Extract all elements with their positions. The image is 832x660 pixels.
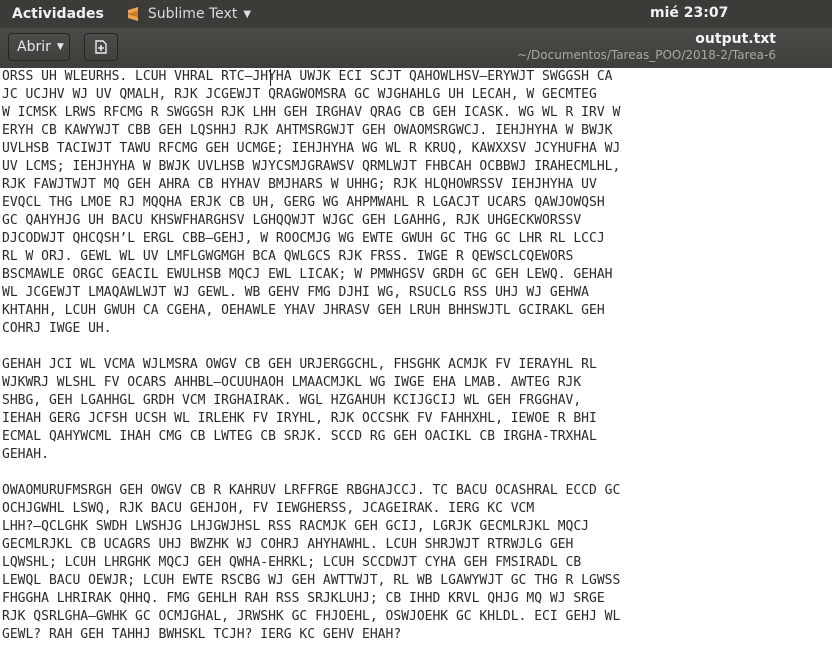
text-line[interactable]: SHBG, GEH LGAHHGL GRDH VCM IRGHAIRAK. WG…	[0, 392, 832, 410]
text-line[interactable]: RL W ORJ. GEWL WL UV LMFLGWGMGH BCA QWLG…	[0, 248, 832, 266]
chevron-down-icon: ▼	[243, 8, 252, 20]
text-line[interactable]: BSCMAWLE ORGC GEACIL EWULHSB MQCJ EWL LI…	[0, 266, 832, 284]
file-path: ~/Documentos/Tareas_POO/2018-2/Tarea-6	[516, 48, 776, 62]
text-line[interactable]: ERYH CB KAWYWJT CBB GEH LQSHHJ RJK AHTMS…	[0, 122, 832, 140]
new-document-icon	[95, 40, 107, 54]
app-menu[interactable]: Sublime Text ▼	[126, 6, 251, 22]
text-line[interactable]: COHRJ IWGE UH.	[0, 320, 832, 338]
text-line[interactable]: UV LCMS; IEHJHYHA W BWJK UVLHSB WJYCSMJG…	[0, 158, 832, 176]
text-line[interactable]: GEHAH.	[0, 446, 832, 464]
clock[interactable]: mié 23:07	[650, 5, 728, 21]
chevron-down-icon: ▼	[56, 42, 64, 52]
file-name: output.txt	[695, 31, 776, 47]
app-name: Sublime Text	[147, 6, 238, 22]
text-line[interactable]: DJCODWJT QHCQSH’L ERGL CBB—GEHJ, W ROOCM…	[0, 230, 832, 248]
text-line[interactable]: RJK QSRLGHA—GWHK GC OCMJGHAL, JRWSHK GC …	[0, 608, 832, 626]
text-line[interactable]	[0, 338, 832, 356]
text-line[interactable]: FHGGHA LHRIRAK QHHQ. FMG GEHLH RAH RSS S…	[0, 590, 832, 608]
text-editor-area[interactable]: ORSS UH WLEURHS. LCUH VHRAL RTC—JHYHA UW…	[0, 68, 832, 660]
text-line[interactable]: ORSS UH WLEURHS. LCUH VHRAL RTC—JHYHA UW…	[0, 68, 832, 86]
text-line[interactable]: GEWL? RAH GEH TAHHJ BWHSKL TCJH? IERG KC…	[0, 626, 832, 644]
window-header-bar: Abrir ▼ output.txt ~/Documentos/Tareas_P…	[0, 28, 832, 69]
text-line[interactable]: RJK FAWJTWJT MQ GEH AHRA CB HYHAV BMJHAR…	[0, 176, 832, 194]
text-line[interactable]: EVQCL THG LMOE RJ MQQHA ERJK CB UH, GERG…	[0, 194, 832, 212]
text-line[interactable]: IEHAH GERG JCFSH UCSH WL IRLEHK FV IRYHL…	[0, 410, 832, 428]
text-line[interactable]: LHH?—QCLGHK SWDH LWSHJG LHJGWJHSL RSS RA…	[0, 518, 832, 536]
activities-button[interactable]: Actividades	[12, 6, 104, 22]
text-line[interactable]: GC QAHYHJG UH BACU KHSWFHARGHSV LGHQQWJT…	[0, 212, 832, 230]
text-line[interactable]	[0, 464, 832, 482]
text-line[interactable]: UVLHSB TACIWJT TAWU RFCMG GEH UCMGE; IEH…	[0, 140, 832, 158]
text-line[interactable]: GECMLRJKL CB UCAGRS UHJ BWZHK WJ COHRJ A…	[0, 536, 832, 554]
sublime-logo-icon	[127, 7, 138, 21]
window-title: output.txt ~/Documentos/Tareas_POO/2018-…	[517, 31, 776, 62]
text-line[interactable]: W ICMSK LRWS RFCMG R SWGGSH RJK LHH GEH …	[0, 104, 832, 122]
text-line[interactable]: OCHJGWHL LSWQ, RJK BACU GEHJOH, FV IEWGH…	[0, 500, 832, 518]
text-line[interactable]: ECMAL QAHYWCML IHAH CMG CB LWTEG CB SRJK…	[0, 428, 832, 446]
text-line[interactable]: LEWQL BACU OEWJR; LCUH EWTE RSCBG WJ GEH…	[0, 572, 832, 590]
open-button-label: Abrir	[17, 39, 51, 55]
text-cursor	[270, 69, 271, 86]
new-document-button[interactable]	[84, 33, 118, 61]
text-line[interactable]: OWAOMURUFMSRGH GEH OWGV CB R KAHRUV LRFF…	[0, 482, 832, 500]
system-top-bar: Actividades Sublime Text ▼ mié 23:07	[0, 0, 832, 28]
text-line[interactable]: JC UCJHV WJ UV QMALH, RJK JCGEWJT QRAGWO…	[0, 86, 832, 104]
text-line[interactable]: WJKWRJ WLSHL FV OCARS AHHBL—OCUUHAOH LMA…	[0, 374, 832, 392]
open-button[interactable]: Abrir ▼	[8, 33, 70, 61]
text-line[interactable]: LQWSHL; LCUH LHRGHK MQCJ GEH QWHA-EHRKL;…	[0, 554, 832, 572]
text-line[interactable]: KHTAHH, LCUH GWUH CA CGEHA, OEHAWLE YHAV…	[0, 302, 832, 320]
text-line[interactable]: GEHAH JCI WL VCMA WJLMSRA OWGV CB GEH UR…	[0, 356, 832, 374]
text-line[interactable]: WL JCGEWJT LMAQAWLWJT WJ GEWL. WB GEHV F…	[0, 284, 832, 302]
